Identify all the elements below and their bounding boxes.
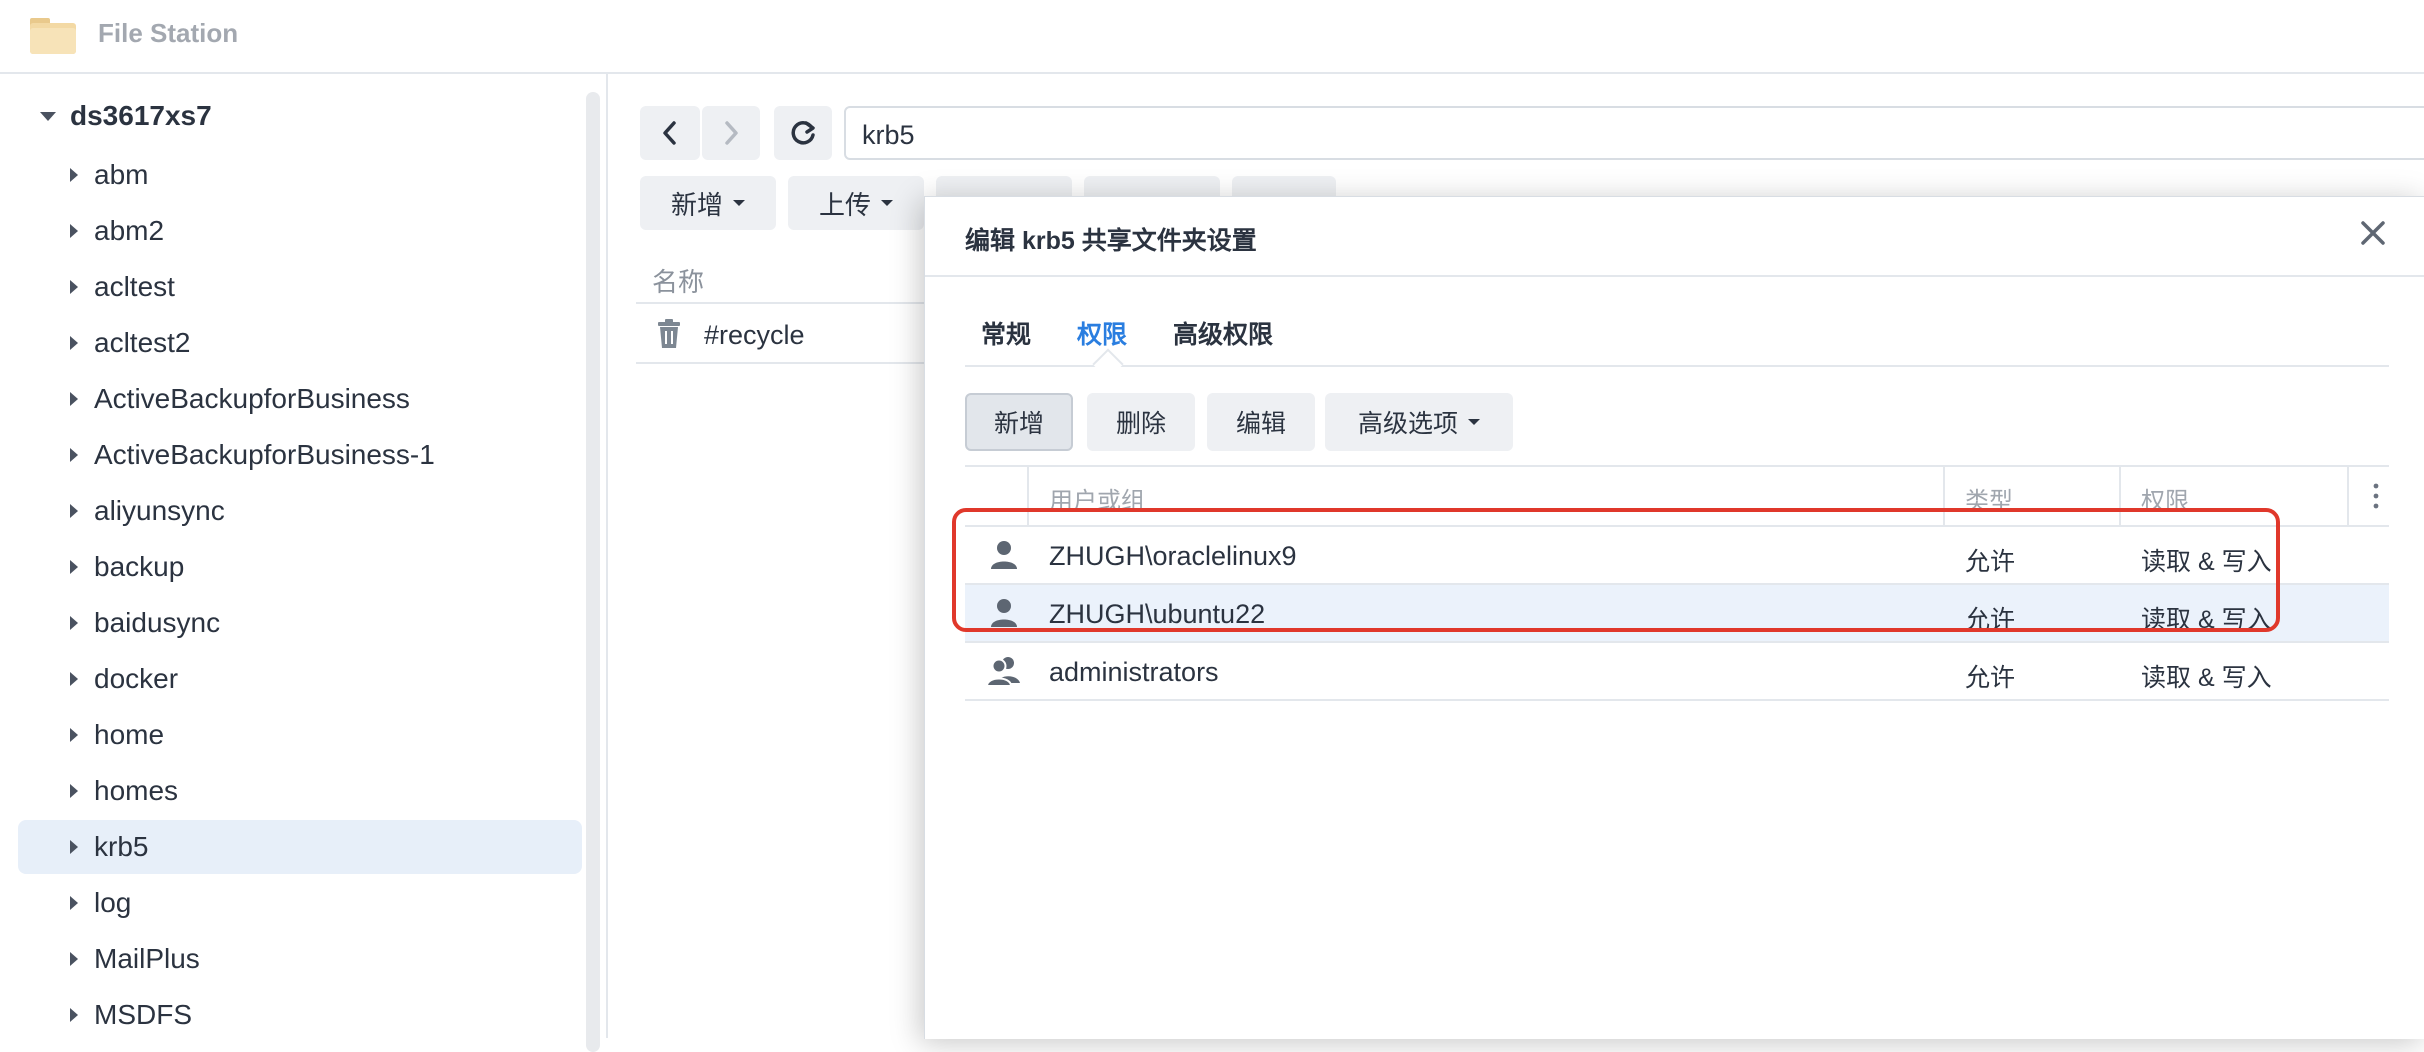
sidebar-item-docker[interactable]: docker [18,652,582,706]
caret-down-icon [733,200,745,206]
caret-right-icon[interactable] [70,728,78,742]
sidebar-item-label: acltest [94,271,175,302]
upload-button[interactable]: 上传 [788,176,924,230]
forward-button[interactable] [702,106,760,160]
tree-root-node[interactable]: ds3617xs7 [40,96,212,136]
chevron-left-icon [663,121,676,145]
sidebar-item-label: aliyunsync [94,495,225,526]
sidebar-item-label: ActiveBackupforBusiness [94,383,410,414]
caret-right-icon[interactable] [70,336,78,350]
permission-row[interactable]: administrators 允许 读取 & 写入 [965,643,2389,701]
app-title: File Station [98,18,239,48]
sidebar-scrollbar[interactable] [586,92,600,1052]
active-tab-indicator [1092,348,1124,380]
group-icon [987,657,1020,687]
sidebar-item-label: backup [94,551,185,582]
sidebar-item-mailplus[interactable]: MailPlus [18,932,582,986]
caret-right-icon[interactable] [70,616,78,630]
caret-down-icon [881,200,893,206]
sidebar-item-home[interactable]: home [18,708,582,762]
path-value: krb5 [862,120,915,150]
sidebar-item-baidusync[interactable]: baidusync [18,596,582,650]
sidebar-item-activebackupforbusiness[interactable]: ActiveBackupforBusiness [18,372,582,426]
caret-right-icon[interactable] [70,392,78,406]
caret-right-icon[interactable] [70,504,78,518]
column-separator[interactable] [2347,467,2349,525]
tab-permissions[interactable]: 权限 [1077,315,1127,351]
sidebar-item-label: log [94,887,132,918]
sidebar-item-label: abm2 [94,215,165,246]
sidebar-item-acltest2[interactable]: acltest2 [18,316,582,370]
close-icon[interactable] [2355,215,2391,251]
permission-type: 允许 [1965,664,2016,692]
sidebar-item-label: krb5 [94,831,149,862]
highlight-annotation [952,508,2280,632]
file-row[interactable]: #recycle [636,306,936,364]
sidebar-item-acltest[interactable]: acltest [18,260,582,314]
caret-right-icon[interactable] [70,1008,78,1022]
tree-root-label: ds3617xs7 [70,100,212,131]
caret-right-icon[interactable] [70,952,78,966]
file-list-header[interactable]: 名称 [636,252,936,304]
path-field[interactable]: krb5 [844,106,2424,160]
sidebar-item-msdfs[interactable]: MSDFS [18,988,582,1042]
refresh-icon [791,121,815,145]
refresh-button[interactable] [774,106,832,160]
new-button-label: 新增 [670,189,723,220]
add-permission-button[interactable]: 新增 [965,393,1073,451]
caret-down-icon[interactable] [40,111,56,121]
tab-advanced-permissions[interactable]: 高级权限 [1173,315,1273,351]
delete-permission-button[interactable]: 删除 [1087,393,1195,451]
tab-divider [965,365,2389,367]
sidebar-item-label: baidusync [94,607,221,638]
sidebar-item-aliyunsync[interactable]: aliyunsync [18,484,582,538]
sidebar-item-activebackupforbusiness-1[interactable]: ActiveBackupforBusiness-1 [18,428,582,482]
sidebar-item-abm2[interactable]: abm2 [18,204,582,258]
caret-right-icon[interactable] [70,784,78,798]
file-name: #recycle [704,320,805,350]
dialog-title: 编辑 krb5 共享文件夹设置 [965,227,1257,255]
permission-value: 读取 & 写入 [2141,664,2272,692]
chevron-right-icon [725,121,738,145]
sidebar-item-log[interactable]: log [18,876,582,930]
sidebar-item-label: home [94,719,165,750]
sidebar-item-label: MSDFS [94,999,192,1030]
sidebar-item-backup[interactable]: backup [18,540,582,594]
sidebar-item-krb5[interactable]: krb5 [18,820,582,874]
caret-right-icon[interactable] [70,672,78,686]
sidebar-item-abm[interactable]: abm [18,148,582,202]
sidebar: ds3617xs7 abm abm2 acltest acltest2 ActiveBa… [0,74,608,1052]
caret-right-icon[interactable] [70,224,78,238]
advanced-options-button[interactable]: 高级选项 [1325,393,1513,451]
sidebar-item-label: docker [94,663,179,694]
title-bar: File Station [0,0,2424,74]
caret-right-icon[interactable] [70,448,78,462]
new-button[interactable]: 新增 [640,176,776,230]
caret-down-icon [1468,419,1480,425]
name-column-header: 名称 [652,267,705,297]
edit-permission-button[interactable]: 编辑 [1207,393,1315,451]
back-button[interactable] [640,106,700,160]
sidebar-item-label: homes [94,775,179,806]
caret-right-icon[interactable] [70,560,78,574]
sidebar-item-label: MailPlus [94,943,200,974]
sidebar-item-label: ActiveBackupforBusiness-1 [94,439,435,470]
caret-right-icon[interactable] [70,280,78,294]
caret-right-icon[interactable] [70,896,78,910]
column-menu-icon[interactable] [2373,481,2379,511]
sidebar-item-label: abm [94,159,149,190]
tab-general[interactable]: 常规 [981,315,1031,351]
user-name: administrators [1049,657,1219,687]
folder-app-icon [30,18,76,54]
recycle-bin-icon [658,319,680,348]
caret-right-icon[interactable] [70,168,78,182]
dialog-divider [925,275,2424,277]
sidebar-item-homes[interactable]: homes [18,764,582,818]
sidebar-item-label: acltest2 [94,327,191,358]
upload-button-label: 上传 [818,189,871,220]
caret-right-icon[interactable] [70,840,78,854]
advanced-options-label: 高级选项 [1357,410,1458,438]
